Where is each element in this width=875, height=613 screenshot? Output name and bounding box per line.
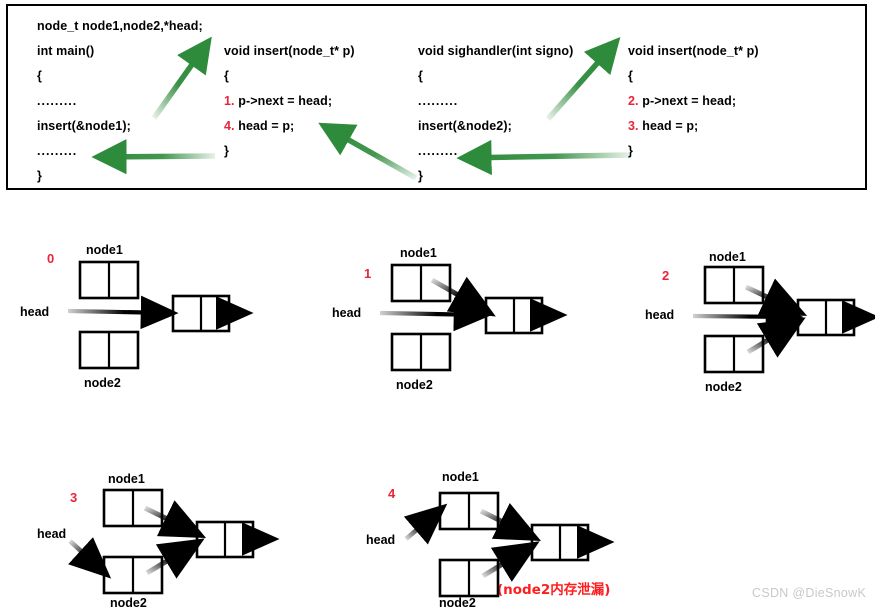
code-line: void insert(node_t* p) [628, 44, 759, 58]
code-line: { [224, 69, 229, 83]
list-node-cell [195, 520, 255, 559]
state-index: 3 [70, 490, 78, 505]
head-label: head [37, 527, 67, 541]
state-index: 1 [364, 266, 372, 281]
code-column-sighandler: void sighandler(int signo) { ......... i… [418, 39, 573, 189]
node1-cell [78, 260, 140, 300]
node2-cell [438, 558, 500, 598]
step-number: 4. [224, 119, 235, 133]
head-pointer-arrow [68, 537, 112, 579]
head-pointer-arrow [403, 503, 448, 545]
code-line: node_t node1,node2,*head; [37, 19, 203, 33]
head-label: head [366, 533, 396, 547]
node2-cell [78, 330, 140, 370]
code-column-main: node_t node1,node2,*head; int main() { .… [37, 14, 203, 189]
code-line: 3. head = p; [628, 119, 699, 133]
code-line: } [37, 169, 42, 183]
node2-cell [703, 334, 765, 374]
state-3-graphics [68, 488, 280, 595]
state-index: 4 [388, 486, 396, 501]
head-label: head [332, 306, 362, 320]
code-line: } [628, 144, 633, 158]
node1-label: node1 [108, 472, 145, 486]
node2-next-arrow [746, 317, 806, 358]
list-node-cell [484, 296, 544, 335]
node2-label: node2 [84, 376, 121, 390]
code-line: } [418, 169, 423, 183]
state-0-graphics [67, 260, 254, 370]
head-label: head [645, 308, 675, 322]
node1-cell [438, 491, 500, 531]
state-index: 2 [662, 268, 670, 283]
code-line: } [224, 144, 229, 158]
figure-canvas: node_t node1,node2,*head; int main() { .… [0, 0, 875, 613]
code-line: insert(&node2); [418, 119, 512, 133]
step-number: 1. [224, 94, 235, 108]
list-node-cell [796, 298, 856, 337]
code-listing-box: node_t node1,node2,*head; int main() { .… [6, 4, 867, 190]
head-pointer-arrow [67, 295, 179, 330]
code-line: void sighandler(int signo) [418, 44, 574, 58]
node2-cell [102, 555, 164, 595]
code-line: int main() [37, 44, 95, 58]
node2-cell [390, 332, 452, 372]
code-line: ......... [418, 144, 459, 158]
node1-next-arrow [744, 278, 808, 316]
code-line: { [418, 69, 423, 83]
head-pointer-arrow [692, 299, 804, 334]
code-line: 2. p->next = head; [628, 94, 737, 108]
code-line: 1. p->next = head; [224, 94, 333, 108]
memory-leak-note: (node2内存泄漏) [497, 582, 611, 598]
node1-cell [390, 263, 452, 303]
code-line: ......... [37, 94, 78, 108]
list-node-cell [530, 523, 590, 562]
state-1-graphics [379, 263, 568, 372]
list-node-cell [171, 294, 231, 333]
code-line: ......... [37, 144, 78, 158]
node2-next-arrow [145, 538, 205, 579]
node1-label: node1 [442, 470, 479, 484]
head-pointer-arrow [379, 297, 492, 332]
code-line: 4. head = p; [224, 119, 295, 133]
node1-label: node1 [86, 243, 123, 257]
code-column-insert-first: void insert(node_t* p) { 1. p->next = he… [224, 39, 355, 164]
state-index: 0 [47, 251, 55, 266]
node1-cell [703, 265, 765, 305]
code-line: void insert(node_t* p) [224, 44, 355, 58]
code-line: insert(&node1); [37, 119, 131, 133]
code-line: { [37, 69, 42, 83]
code-column-insert-second: void insert(node_t* p) { 2. p->next = he… [628, 39, 759, 164]
node2-label: node2 [396, 378, 433, 392]
node2-next-arrow [481, 541, 540, 582]
code-line: { [628, 69, 633, 83]
node2-label: node2 [705, 380, 742, 394]
head-label: head [20, 305, 50, 319]
node2-label: node2 [110, 596, 147, 610]
node2-label: node2 [439, 596, 476, 610]
node1-label: node1 [709, 250, 746, 264]
node1-next-arrow [143, 500, 207, 538]
step-number: 3. [628, 119, 639, 133]
code-line: ......... [418, 94, 459, 108]
node1-cell [102, 488, 164, 528]
node1-next-arrow [479, 503, 542, 542]
node1-next-arrow [430, 276, 496, 317]
watermark: CSDN @DieSnowK [752, 586, 867, 600]
state-2-graphics [692, 265, 875, 374]
node1-label: node1 [400, 246, 437, 260]
step-number: 2. [628, 94, 639, 108]
